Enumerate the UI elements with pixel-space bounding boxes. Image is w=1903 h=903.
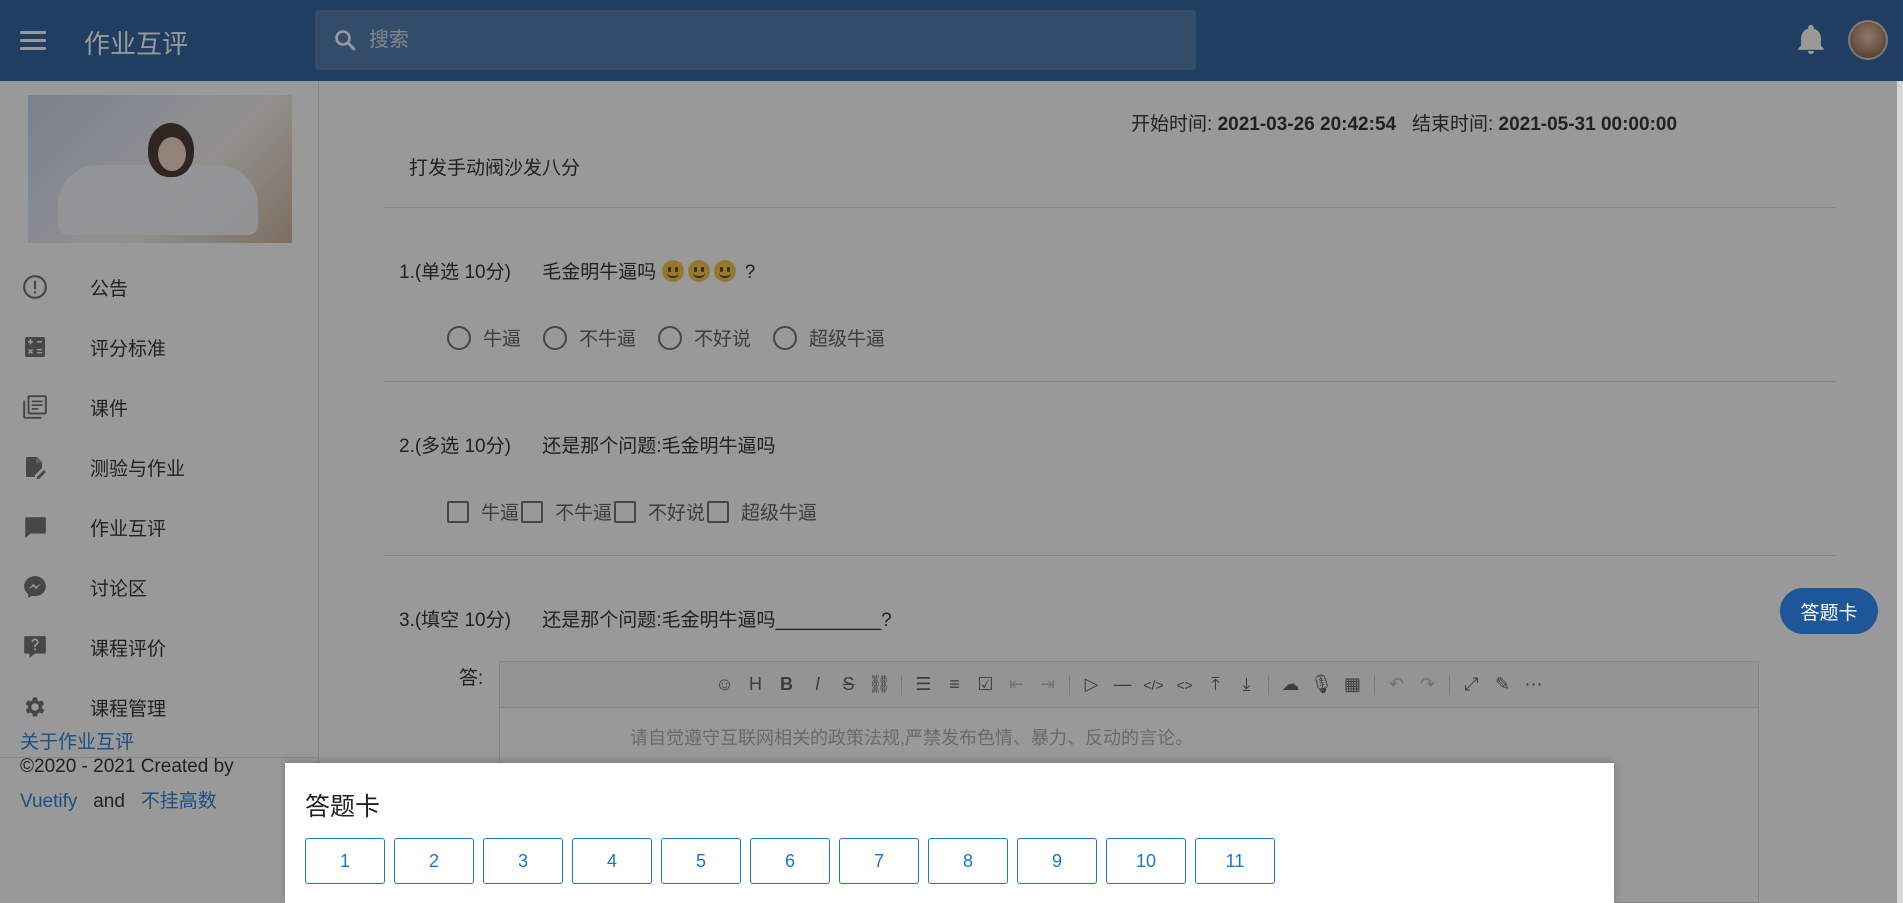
question-number-button[interactable]: 3: [483, 838, 563, 884]
question-number-button[interactable]: 2: [394, 838, 474, 884]
question-number-button[interactable]: 8: [928, 838, 1008, 884]
page-scrollbar[interactable]: [1897, 81, 1903, 903]
question-number-button[interactable]: 1: [305, 838, 385, 884]
answer-card-sheet: 答题卡 1 2 3 4 5 6 7 8 9 10 11: [285, 763, 1614, 903]
question-number-row: 1 2 3 4 5 6 7 8 9 10 11: [305, 838, 1275, 884]
question-number-button[interactable]: 7: [839, 838, 919, 884]
question-number-button[interactable]: 11: [1195, 838, 1275, 884]
question-number-button[interactable]: 5: [661, 838, 741, 884]
answer-card-button[interactable]: 答题卡: [1780, 588, 1878, 634]
question-number-button[interactable]: 9: [1017, 838, 1097, 884]
question-number-button[interactable]: 10: [1106, 838, 1186, 884]
question-number-button[interactable]: 6: [750, 838, 830, 884]
answer-card-title: 答题卡: [305, 793, 381, 821]
question-number-button[interactable]: 4: [572, 838, 652, 884]
